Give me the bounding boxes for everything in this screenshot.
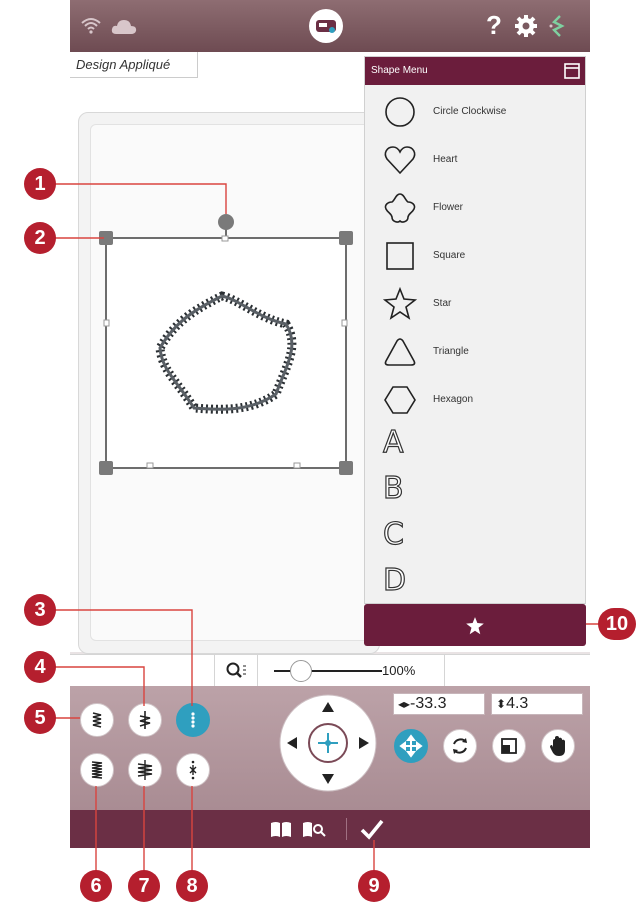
callout-2: 2 bbox=[24, 222, 56, 254]
callout-5: 5 bbox=[24, 702, 56, 734]
callout-10: 10 bbox=[598, 608, 636, 640]
callout-4: 4 bbox=[24, 651, 56, 683]
callout-3: 3 bbox=[24, 594, 56, 626]
callout-1: 1 bbox=[24, 168, 56, 200]
callout-9: 9 bbox=[358, 870, 390, 902]
callout-8: 8 bbox=[176, 870, 208, 902]
callout-6: 6 bbox=[80, 870, 112, 902]
callout-7: 7 bbox=[128, 870, 160, 902]
callout-lines bbox=[44, 183, 606, 872]
